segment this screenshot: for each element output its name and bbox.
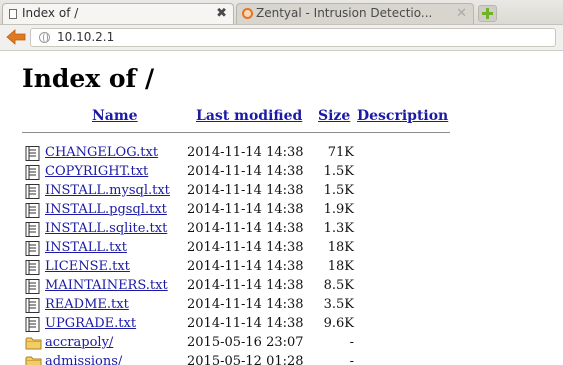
- tab-title: Zentyal - Intrusion Detectio...: [256, 6, 433, 20]
- table-row: CHANGELOG.txt 2014-11-14 14:38 71K: [0, 144, 563, 163]
- file-link[interactable]: MAINTAINERS.txt: [45, 277, 168, 295]
- url-bar[interactable]: 10.10.2.1: [30, 28, 556, 47]
- tab-title: Index of /: [22, 6, 79, 20]
- size-cell: 1.5K: [323, 164, 354, 179]
- file-link[interactable]: CHANGELOG.txt: [45, 144, 158, 162]
- new-tab-button[interactable]: [478, 5, 497, 22]
- close-icon[interactable]: ✕: [456, 4, 467, 23]
- table-row: README.txt 2014-11-14 14:38 3.5K: [0, 296, 563, 315]
- sort-by-description-link[interactable]: Description: [357, 108, 448, 124]
- page-title: Index of /: [22, 64, 155, 93]
- tab-zentyal[interactable]: Zentyal - Intrusion Detectio... ✕: [236, 3, 474, 24]
- tab-bar: Index of / ✖ Zentyal - Intrusion Detecti…: [0, 0, 563, 25]
- file-link[interactable]: UPGRADE.txt: [45, 315, 136, 333]
- last-modified-cell: 2014-11-14 14:38: [187, 297, 304, 312]
- zentyal-icon: [242, 8, 253, 19]
- table-row: INSTALL.sqlite.txt 2014-11-14 14:38 1.3K: [0, 220, 563, 239]
- table-row: accrapoly/2015-05-16 23:07 -: [0, 334, 563, 353]
- size-cell: 3.5K: [323, 297, 354, 312]
- size-cell: -: [349, 354, 354, 365]
- table-row: COPYRIGHT.txt 2014-11-14 14:38 1.5K: [0, 163, 563, 182]
- file-link[interactable]: INSTALL.pgsql.txt: [45, 201, 167, 219]
- last-modified-cell: 2014-11-14 14:38: [187, 221, 304, 236]
- last-modified-cell: 2014-11-14 14:38: [187, 316, 304, 331]
- page-icon: [9, 9, 17, 19]
- size-cell: -: [349, 335, 354, 350]
- back-arrow-icon: [6, 29, 26, 45]
- size-cell: 18K: [327, 240, 354, 255]
- file-link[interactable]: INSTALL.txt: [45, 239, 127, 257]
- folder-icon: [25, 336, 42, 354]
- table-row: UPGRADE.txt 2014-11-14 14:38 9.6K: [0, 315, 563, 334]
- last-modified-cell: 2014-11-14 14:38: [187, 278, 304, 293]
- table-row: admissions/2015-05-12 01:28 -: [0, 353, 563, 365]
- sort-by-size-link[interactable]: Size: [318, 108, 350, 124]
- last-modified-cell: 2014-11-14 14:38: [187, 183, 304, 198]
- size-cell: 1.9K: [323, 202, 354, 217]
- last-modified-cell: 2015-05-16 23:07: [187, 335, 304, 350]
- last-modified-cell: 2015-05-12 01:28: [187, 354, 304, 365]
- globe-icon: [39, 32, 50, 43]
- last-modified-cell: 2014-11-14 14:38: [187, 202, 304, 217]
- table-row: INSTALL.txt 2014-11-14 14:38 18K: [0, 239, 563, 258]
- file-link[interactable]: INSTALL.mysql.txt: [45, 182, 170, 200]
- size-cell: 71K: [327, 145, 354, 160]
- file-link[interactable]: INSTALL.sqlite.txt: [45, 220, 167, 238]
- navigation-bar: 10.10.2.1: [0, 25, 563, 51]
- sort-by-name-link[interactable]: Name: [92, 108, 138, 124]
- last-modified-cell: 2014-11-14 14:38: [187, 259, 304, 274]
- tab-index[interactable]: Index of / ✖: [2, 3, 234, 24]
- folder-link[interactable]: accrapoly/: [45, 334, 113, 352]
- table-row: LICENSE.txt 2014-11-14 14:38 18K: [0, 258, 563, 277]
- size-cell: 9.6K: [323, 316, 354, 331]
- table-row: INSTALL.mysql.txt 2014-11-14 14:38 1.5K: [0, 182, 563, 201]
- last-modified-cell: 2014-11-14 14:38: [187, 164, 304, 179]
- sort-by-modified-link[interactable]: Last modified: [196, 108, 302, 124]
- header-divider: [22, 132, 450, 133]
- table-row: MAINTAINERS.txt 2014-11-14 14:38 8.5K: [0, 277, 563, 296]
- file-link[interactable]: COPYRIGHT.txt: [45, 163, 148, 181]
- file-link[interactable]: LICENSE.txt: [45, 258, 130, 276]
- last-modified-cell: 2014-11-14 14:38: [187, 240, 304, 255]
- size-cell: 8.5K: [323, 278, 354, 293]
- folder-link[interactable]: admissions/: [45, 353, 122, 365]
- last-modified-cell: 2014-11-14 14:38: [187, 145, 304, 160]
- url-text: 10.10.2.1: [57, 30, 115, 44]
- size-cell: 1.3K: [323, 221, 354, 236]
- table-row: INSTALL.pgsql.txt 2014-11-14 14:38 1.9K: [0, 201, 563, 220]
- size-cell: 1.5K: [323, 183, 354, 198]
- close-icon[interactable]: ✖: [216, 4, 227, 23]
- back-button[interactable]: [6, 29, 26, 45]
- file-link[interactable]: README.txt: [45, 296, 129, 314]
- page-content: Index of / Name Last modified Size Descr…: [0, 51, 563, 365]
- size-cell: 18K: [327, 259, 354, 274]
